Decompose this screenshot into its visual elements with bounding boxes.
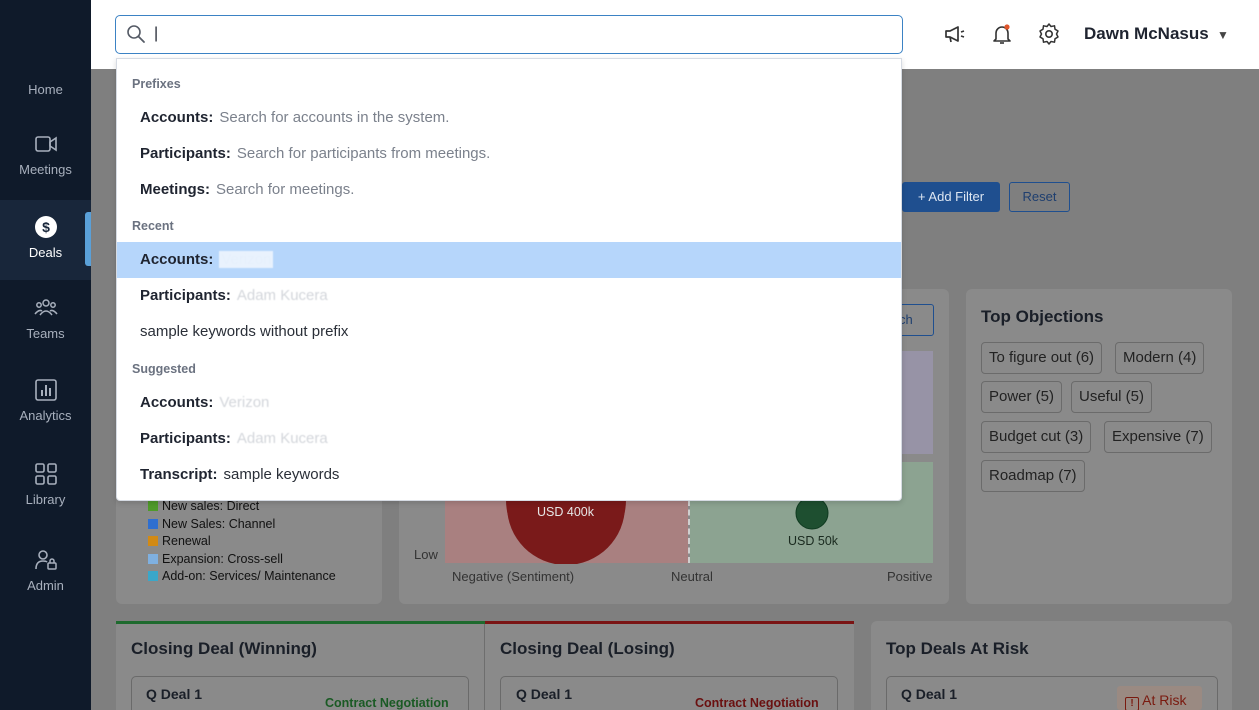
suggestion-value: Verizon <box>219 251 274 268</box>
sidebar-item-label: Teams <box>26 326 65 341</box>
suggestion-key: Participants: <box>140 145 231 162</box>
at-risk-label: At Risk <box>1142 692 1187 708</box>
bubble-label-positive: USD 50k <box>788 534 839 548</box>
active-indicator <box>85 212 91 266</box>
suggestion-key: Participants: <box>140 287 231 304</box>
suggestion-value: Adam Kucera <box>236 430 328 447</box>
axis-neutral-label: Neutral <box>671 569 713 584</box>
suggestion-key: Meetings: <box>140 181 211 198</box>
winning-bar <box>116 621 485 624</box>
legend-item: New Sales: Channel <box>148 516 336 534</box>
sidebar-item-deals[interactable]: $ Deals <box>0 200 91 280</box>
sidebar-item-label: Analytics <box>19 408 72 423</box>
suggestion-recent-account[interactable]: Accounts: Verizon <box>117 242 901 278</box>
suggestion-recent-participant[interactable]: Participants: Adam Kucera <box>117 278 901 314</box>
group-header-prefixes: Prefixes <box>132 77 181 91</box>
sidebar-item-label: Home <box>28 82 63 97</box>
admin-user-icon <box>34 550 57 570</box>
dollar-icon: $ <box>34 216 57 238</box>
reset-button[interactable]: Reset <box>1009 182 1070 212</box>
suggestion-suggested-participant[interactable]: Participants: Adam Kucera <box>117 421 901 457</box>
risk-deal-name: Q Deal 1 <box>901 686 958 702</box>
suggestion-suggested-account[interactable]: Accounts: Verizon <box>117 385 901 421</box>
sidebar: Home Meetings $ Deals Teams Analytics Li… <box>0 0 91 710</box>
sidebar-item-meetings[interactable]: Meetings <box>0 132 91 177</box>
objection-chip[interactable]: Roadmap (7) <box>981 460 1085 492</box>
sidebar-item-label: Deals <box>28 245 63 260</box>
losing-bar <box>485 621 854 624</box>
closing-divider <box>484 624 485 710</box>
suggestion-desc: Search for accounts in the system. <box>219 109 450 126</box>
megaphone-icon[interactable] <box>943 22 967 46</box>
suggestion-value: sample keywords <box>223 466 340 483</box>
sidebar-item-teams[interactable]: Teams <box>0 296 91 341</box>
risk-title: Top Deals At Risk <box>886 639 1029 658</box>
winning-title: Closing Deal (Winning) <box>131 639 317 658</box>
svg-text:$: $ <box>42 219 50 235</box>
axis-negative-label: Negative (Sentiment) <box>452 569 575 584</box>
user-menu[interactable]: Dawn McNasus <box>1084 24 1209 44</box>
upper-positive-quadrant <box>902 351 933 454</box>
group-header-suggested: Suggested <box>132 362 196 376</box>
losing-deal-name: Q Deal 1 <box>516 686 573 702</box>
suggestion-key: Accounts: <box>140 109 214 126</box>
objection-chip[interactable]: Budget cut (3) <box>981 421 1092 453</box>
team-icon <box>33 299 58 316</box>
notification-bell-icon[interactable] <box>990 22 1014 46</box>
add-filter-label: Add Filter <box>928 189 985 204</box>
suggestion-desc: Search for meetings. <box>216 181 355 198</box>
at-risk-badge: ! At Risk <box>1117 686 1202 710</box>
suggestion-value: Verizon <box>219 394 270 411</box>
bubble-positive <box>795 496 829 530</box>
suggestion-key: Transcript: <box>140 466 218 483</box>
objection-chip[interactable]: Modern (4) <box>1115 342 1205 374</box>
sidebar-item-label: Admin <box>27 578 64 593</box>
search-box[interactable] <box>115 15 903 54</box>
legend-item: Add-on: Services/ Maintenance <box>148 568 336 586</box>
objection-chip[interactable]: To figure out (6) <box>981 342 1103 374</box>
suggestion-suggested-transcript[interactable]: Transcript: sample keywords <box>117 457 901 493</box>
sidebar-item-label: Meetings <box>19 162 72 177</box>
suggestion-key: Participants: <box>140 430 231 447</box>
winning-deal-stage: Contract Negotiation <box>325 696 449 710</box>
alert-icon: ! <box>1125 697 1139 710</box>
suggestion-desc: Search for participants from meetings. <box>236 145 491 162</box>
suggestion-recent-keywords[interactable]: sample keywords without prefix <box>117 314 901 350</box>
legend-item: Renewal <box>148 533 336 551</box>
group-header-recent: Recent <box>132 219 174 233</box>
axis-positive-label: Positive <box>887 569 933 584</box>
sidebar-item-admin[interactable]: Admin <box>0 548 91 593</box>
sidebar-item-label: Library <box>25 492 66 507</box>
sidebar-item-home[interactable]: Home <box>0 82 91 97</box>
axis-low-label: Low <box>414 547 438 562</box>
suggestion-value: Adam Kucera <box>236 287 328 304</box>
chevron-down-icon[interactable]: ▼ <box>1217 28 1229 42</box>
sidebar-item-analytics[interactable]: Analytics <box>0 378 91 423</box>
video-camera-icon <box>34 136 57 152</box>
search-suggestions-dropdown: Prefixes Accounts: Search for accounts in… <box>116 58 902 501</box>
objection-chip[interactable]: Useful (5) <box>1071 381 1153 413</box>
search-input[interactable] <box>154 21 884 47</box>
suggestion-value: sample keywords without prefix <box>140 323 349 340</box>
winning-deal-name: Q Deal 1 <box>146 686 203 702</box>
suggestion-key: Accounts: <box>140 394 214 411</box>
suggestion-prefix-participants[interactable]: Participants: Search for participants fro… <box>117 136 901 172</box>
sidebar-item-library[interactable]: Library <box>0 462 91 507</box>
objection-chip[interactable]: Expensive (7) <box>1104 421 1212 453</box>
losing-title: Closing Deal (Losing) <box>500 639 675 658</box>
objection-chip[interactable]: Power (5) <box>981 381 1063 413</box>
add-filter-button[interactable]: + Add Filter <box>902 182 1000 212</box>
legend-item: Expansion: Cross-sell <box>148 551 336 569</box>
bar-chart-icon <box>34 379 57 401</box>
suggestion-prefix-accounts[interactable]: Accounts: Search for accounts in the syst… <box>117 100 901 136</box>
deal-type-legend: New sales: Direct New Sales: Channel Ren… <box>148 498 336 586</box>
objections-title: Top Objections <box>981 307 1104 326</box>
gear-icon[interactable] <box>1037 22 1061 46</box>
grid-icon <box>34 463 57 485</box>
search-icon <box>127 25 145 43</box>
suggestion-key: Accounts: <box>140 251 214 268</box>
suggestion-prefix-meetings[interactable]: Meetings: Search for meetings. <box>117 172 901 208</box>
bubble-label-negative: USD 400k <box>537 505 594 519</box>
losing-deal-stage: Contract Negotiation <box>695 696 819 710</box>
